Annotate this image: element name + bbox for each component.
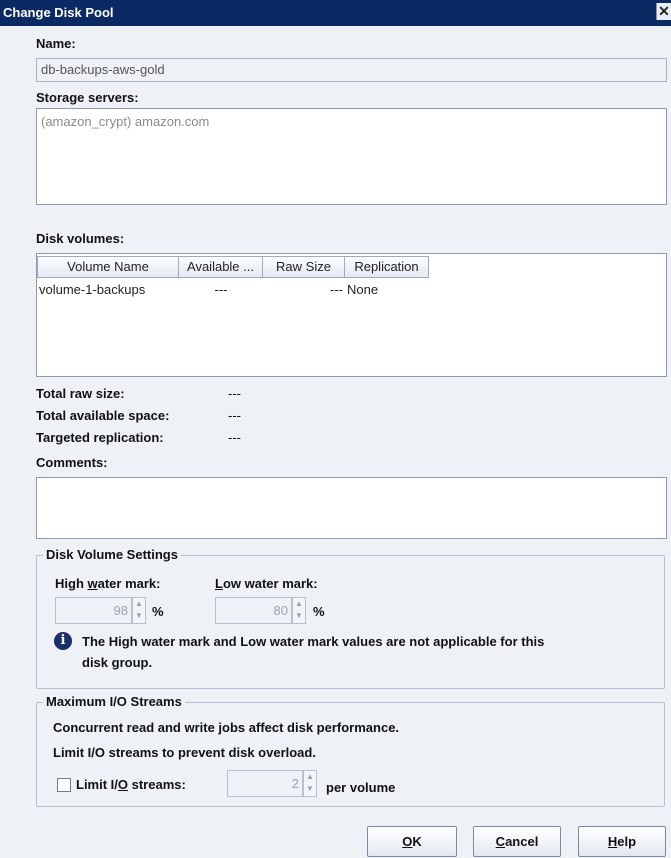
- limit-io-streams-label: Limit I/O streams:: [76, 777, 186, 792]
- column-header-available[interactable]: Available ...: [179, 256, 263, 278]
- max-io-line1: Concurrent read and write jobs affect di…: [53, 720, 400, 735]
- title-bar[interactable]: Change Disk Pool ✕: [0, 0, 671, 26]
- storage-servers-label: Storage servers:: [36, 90, 139, 105]
- total-available-space-label: Total available space:: [36, 408, 170, 423]
- disk-volumes-label: Disk volumes:: [36, 231, 125, 246]
- high-water-mark-input[interactable]: 98: [55, 597, 132, 624]
- cell-raw-size: ---: [330, 282, 343, 297]
- high-water-mark-unit: %: [152, 604, 164, 619]
- low-water-mark-stepper[interactable]: ▲ ▼: [292, 597, 306, 624]
- column-header-raw-size[interactable]: Raw Size: [263, 256, 345, 278]
- info-message-line2: disk group.: [82, 655, 153, 670]
- total-raw-size-label: Total raw size:: [36, 386, 125, 401]
- total-available-space-value: ---: [228, 408, 241, 423]
- disk-volumes-table[interactable]: Volume Name Available ... Raw Size Repli…: [36, 253, 667, 377]
- window-title: Change Disk Pool: [3, 5, 114, 20]
- comments-field[interactable]: [36, 477, 667, 539]
- spin-up-icon[interactable]: ▲: [304, 771, 316, 783]
- low-water-mark-label: Low water mark:: [215, 576, 318, 591]
- low-water-mark-input[interactable]: 80: [215, 597, 292, 624]
- table-row[interactable]: volume-1-backups --- --- None: [37, 282, 429, 297]
- high-water-mark-stepper[interactable]: ▲ ▼: [132, 597, 146, 624]
- spin-up-icon[interactable]: ▲: [133, 598, 145, 610]
- name-label: Name:: [36, 36, 76, 51]
- low-water-mark-unit: %: [313, 604, 325, 619]
- close-icon[interactable]: ✕: [656, 3, 671, 20]
- limit-io-streams-spinner[interactable]: 2 ▲ ▼: [227, 770, 319, 797]
- high-water-mark-label: High water mark:: [55, 576, 161, 591]
- limit-io-streams-checkbox[interactable]: [57, 778, 71, 792]
- low-water-mark-spinner[interactable]: 80 ▲ ▼: [215, 597, 307, 624]
- spin-down-icon[interactable]: ▼: [293, 610, 305, 622]
- name-field: db-backups-aws-gold: [36, 58, 667, 82]
- limit-io-streams-stepper[interactable]: ▲ ▼: [303, 770, 317, 797]
- info-message-line1: The High water mark and Low water mark v…: [82, 634, 545, 649]
- storage-servers-list[interactable]: (amazon_crypt) amazon.com: [36, 108, 667, 205]
- total-raw-size-value: ---: [228, 386, 241, 401]
- limit-io-streams-unit: per volume: [326, 780, 396, 795]
- column-header-replication[interactable]: Replication: [345, 256, 429, 278]
- column-header-volume-name[interactable]: Volume Name: [37, 256, 179, 278]
- spin-down-icon[interactable]: ▼: [133, 610, 145, 622]
- comments-label: Comments:: [36, 455, 108, 470]
- spin-down-icon[interactable]: ▼: [304, 783, 316, 795]
- cell-volume-name: volume-1-backups: [39, 282, 146, 297]
- spin-up-icon[interactable]: ▲: [293, 598, 305, 610]
- disk-volume-settings-title: Disk Volume Settings: [43, 547, 181, 562]
- help-button[interactable]: Help: [578, 826, 666, 857]
- storage-server-item[interactable]: (amazon_crypt) amazon.com: [37, 109, 666, 134]
- cell-available: ---: [214, 282, 228, 297]
- cell-replication: None: [347, 282, 379, 297]
- targeted-replication-value: ---: [228, 430, 241, 445]
- info-icon: i: [54, 632, 72, 650]
- high-water-mark-spinner[interactable]: 98 ▲ ▼: [55, 597, 147, 624]
- max-io-streams-title: Maximum I/O Streams: [43, 694, 185, 709]
- targeted-replication-label: Targeted replication:: [36, 430, 164, 445]
- table-header: Volume Name Available ... Raw Size Repli…: [37, 256, 429, 278]
- max-io-line2: Limit I/O streams to prevent disk overlo…: [53, 745, 316, 760]
- cancel-button[interactable]: Cancel: [473, 826, 561, 857]
- ok-button[interactable]: OK: [367, 826, 457, 857]
- limit-io-streams-input[interactable]: 2: [227, 770, 303, 797]
